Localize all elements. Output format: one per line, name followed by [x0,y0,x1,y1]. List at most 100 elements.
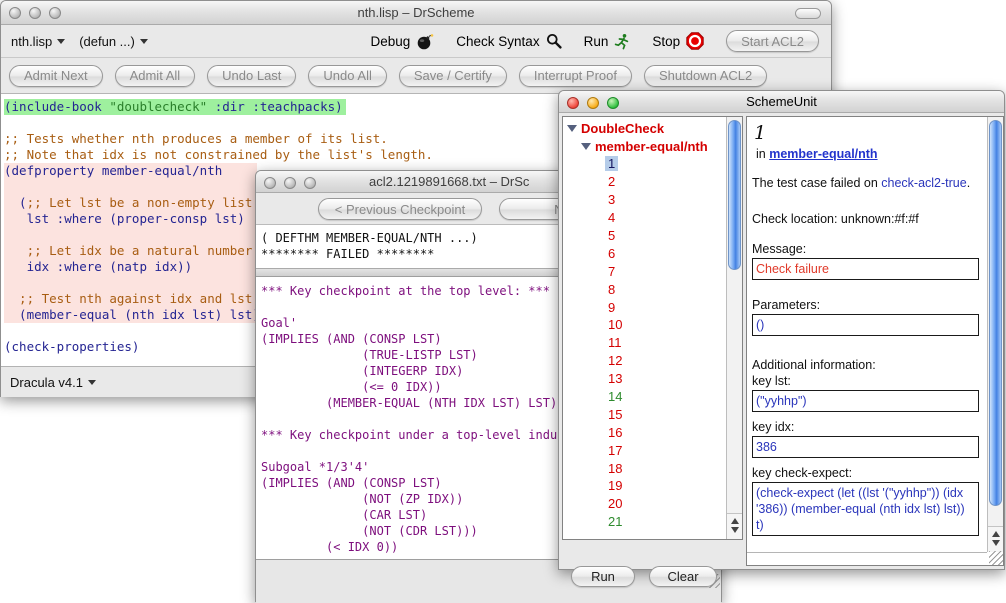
test-case-item[interactable]: 19 [567,477,742,495]
test-case-item[interactable]: 12 [567,352,742,370]
scrollbar-thumb[interactable] [989,120,1002,506]
file-dropdown[interactable]: nth.lisp [11,34,65,49]
run-button[interactable]: Run [584,33,631,50]
window-controls [264,177,316,189]
scroll-up-arrow-icon[interactable] [731,518,739,524]
toolbar-toggle-button[interactable] [795,8,821,19]
code-line: (member-equal (nth idx lst) lst)) [4,307,257,323]
stop-label: Stop [652,34,680,49]
code-line: ;; Let idx be a natural number. [4,243,257,259]
test-case-number: 18 [605,461,625,476]
test-case-list: 123456789101112131415161718192021 [567,155,742,531]
scrollbar-arrows [727,513,742,539]
field-value-box[interactable]: 386 [752,436,979,458]
test-case-number: 19 [605,478,625,493]
test-case-item[interactable]: 15 [567,405,742,423]
field-value-box[interactable]: (check-expect (let ((lst '("yyhhp")) (id… [752,482,979,536]
test-case-item[interactable]: 9 [567,298,742,316]
close-button[interactable] [264,177,276,189]
test-tree: DoubleCheck member-equal/nth 12345678910… [563,117,742,531]
test-case-number: 16 [605,425,625,440]
test-tree-panel[interactable]: DoubleCheck member-equal/nth 12345678910… [562,116,743,540]
acl2-interrupt-proof-button[interactable]: Interrupt Proof [519,65,632,87]
test-case-item[interactable]: 17 [567,441,742,459]
scrollbar-thumb[interactable] [728,120,741,270]
debug-button[interactable]: Debug [370,32,434,50]
test-detail-panel: 1 in member-equal/nth The test case fail… [746,116,1004,566]
test-case-item[interactable]: 10 [567,316,742,334]
code-token: ;; Tests whether nth produces a member o… [4,131,388,146]
test-case-item[interactable]: 11 [567,334,742,352]
test-case-item[interactable]: 20 [567,495,742,513]
suite-link[interactable]: member-equal/nth [769,147,877,161]
field-value: (check-expect (let ((lst '("yyhhp")) (id… [756,486,965,532]
dracula-language-menu[interactable]: Dracula v4.1 [10,375,96,390]
field-label: key check-expect: [752,466,986,480]
test-case-item[interactable]: 2 [567,173,742,191]
check-syntax-button[interactable]: Check Syntax [456,33,561,49]
main-titlebar[interactable]: nth.lisp – DrScheme [1,1,831,25]
schemeunit-titlebar[interactable]: SchemeUnit [559,91,1004,113]
check-acl2-true-link[interactable]: check-acl2-true [881,176,966,190]
test-case-number: 7 [605,264,618,279]
additional-info-label: Additional information: [752,358,986,372]
test-case-item[interactable]: 1 [567,155,742,173]
tree-item-doublecheck[interactable]: DoubleCheck [567,119,742,137]
zoom-button[interactable] [304,177,316,189]
detail-scrollbar[interactable] [987,117,1003,552]
file-dropdown-label: nth.lisp [11,34,52,49]
horizontal-scrollbar[interactable] [747,552,987,565]
message-value-box[interactable]: Check failure [752,258,979,280]
tree-scrollbar[interactable] [726,117,742,539]
defun-dropdown[interactable]: (defun ...) [79,34,148,49]
parameters-value-box[interactable]: () [752,314,979,336]
code-token: idx :where (natp idx)) [4,259,192,274]
code-token: "doublecheck" [109,99,207,114]
acl2-undo-all-button[interactable]: Undo All [308,65,386,87]
language-label: Dracula v4.1 [10,375,83,390]
code-line [4,227,257,243]
test-case-item[interactable]: 4 [567,209,742,227]
test-case-item[interactable]: 21 [567,513,742,531]
stop-button[interactable]: Stop [652,32,704,50]
acl2-undo-last-button[interactable]: Undo Last [207,65,296,87]
code-token: (include-book [4,99,109,114]
test-case-item[interactable]: 5 [567,227,742,245]
resize-grip[interactable] [989,551,1003,565]
runner-icon [614,33,630,50]
disclosure-triangle-icon[interactable] [567,125,577,132]
previous-checkpoint-button[interactable]: < Previous Checkpoint [318,198,482,220]
acl2-save-certify-button[interactable]: Save / Certify [399,65,507,87]
acl2-shutdown-acl2-button[interactable]: Shutdown ACL2 [644,65,767,87]
code-token: ;; Let idx be a natural number. [4,243,260,258]
test-case-number: 2 [605,174,618,189]
scroll-down-arrow-icon[interactable] [992,540,1000,546]
test-case-number: 1 [605,156,618,171]
message-label: Message: [752,242,986,256]
test-case-item[interactable]: 6 [567,244,742,262]
acl2-admit-next-button[interactable]: Admit Next [9,65,103,87]
test-detail-content[interactable]: 1 in member-equal/nth The test case fail… [747,117,986,552]
field-value-box[interactable]: ("yyhhp") [752,390,979,412]
defun-dropdown-label: (defun ...) [79,34,135,49]
scroll-down-arrow-icon[interactable] [731,527,739,533]
start-acl2-button[interactable]: Start ACL2 [726,30,819,52]
test-case-item[interactable]: 3 [567,191,742,209]
tree-item-suite[interactable]: member-equal/nth [567,137,742,155]
minimize-button[interactable] [284,177,296,189]
disclosure-triangle-icon[interactable] [581,143,591,150]
clear-button[interactable]: Clear [649,566,717,587]
test-case-item[interactable]: 14 [567,388,742,406]
acl2-admit-all-button[interactable]: Admit All [115,65,196,87]
scroll-up-arrow-icon[interactable] [992,531,1000,537]
run-tests-button[interactable]: Run [571,566,635,587]
code-token: (member-equal (nth idx lst) lst)) [4,307,267,322]
test-case-item[interactable]: 13 [567,370,742,388]
test-case-item[interactable]: 7 [567,262,742,280]
test-case-item[interactable]: 16 [567,423,742,441]
chevron-down-icon [88,380,96,385]
test-case-item[interactable]: 18 [567,459,742,477]
test-case-item[interactable]: 8 [567,280,742,298]
test-case-number: 5 [605,228,618,243]
code-token: :dir :teachpacks) [207,99,342,114]
